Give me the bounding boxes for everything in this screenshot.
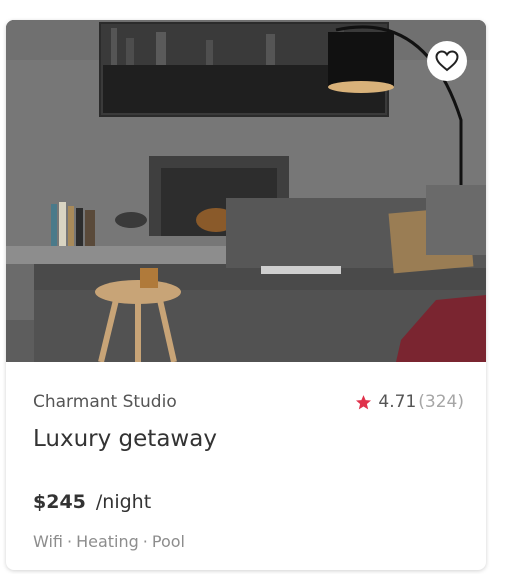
amenities: Wifi · Heating · Pool (33, 532, 185, 551)
price-unit: /night (95, 491, 152, 513)
rating: 4.71 (324) (355, 392, 464, 412)
amenity-separator: · (67, 532, 73, 551)
amenity-pool: Pool (151, 532, 185, 551)
amenity-heating: Heating (76, 532, 139, 551)
amenity-separator: · (142, 532, 148, 551)
price-row: $245/night (33, 491, 151, 513)
favorite-button[interactable] (427, 41, 467, 81)
listing-details: Charmant Studio 4.71 (324) Luxury getawa… (6, 362, 486, 570)
amenity-wifi: Wifi (33, 532, 63, 551)
listing-title[interactable]: Luxury getaway (33, 426, 217, 452)
price: $245 (33, 491, 86, 513)
listing-photo[interactable] (6, 20, 486, 362)
star-icon (356, 394, 372, 409)
review-count: (324) (418, 392, 464, 412)
listing-subtitle: Charmant Studio (33, 392, 177, 412)
heart-outline-icon (435, 50, 459, 72)
listing-card[interactable]: Charmant Studio 4.71 (324) Luxury getawa… (6, 20, 486, 570)
rating-value: 4.71 (378, 392, 417, 412)
